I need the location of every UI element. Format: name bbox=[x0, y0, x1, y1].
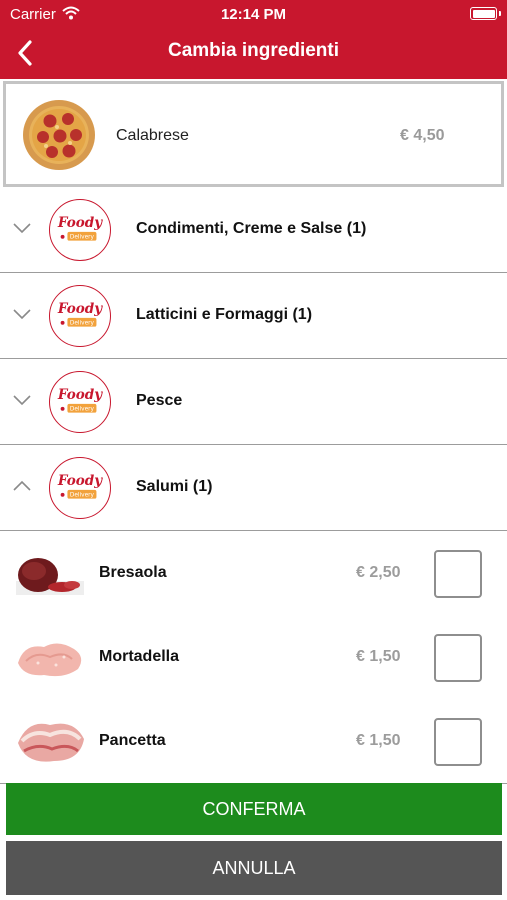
ingredient-row-bresaola: Bresaola € 2,50 bbox=[0, 531, 507, 616]
cancel-button[interactable]: ANNULLA bbox=[6, 841, 502, 895]
ingredient-price: € 2,50 bbox=[356, 564, 401, 581]
ingredient-row-mortadella: Mortadella € 1,50 bbox=[0, 615, 507, 700]
ingredient-name: Bresaola bbox=[99, 564, 167, 581]
ingredient-name: Pancetta bbox=[99, 732, 166, 749]
mortadella-image bbox=[18, 643, 82, 677]
category-row-salumi[interactable]: Foody Delivery Salumi (1) bbox=[0, 445, 507, 531]
logo-text-foody: Foody bbox=[57, 301, 103, 317]
ingredient-checkbox[interactable] bbox=[434, 634, 482, 682]
category-label: Pesce bbox=[136, 392, 183, 409]
chevron-up-icon bbox=[13, 480, 31, 491]
logo-text-delivery: Delivery bbox=[70, 493, 95, 499]
ingredient-row-pancetta: Pancetta € 1,50 bbox=[0, 699, 507, 784]
product-price: € 4,50 bbox=[400, 127, 445, 144]
category-row-pesce[interactable]: Foody Delivery Pesce bbox=[0, 359, 507, 445]
product-name: Calabrese bbox=[116, 127, 189, 144]
logo-text-delivery: Delivery bbox=[70, 321, 95, 327]
foody-logo-icon: Foody Delivery bbox=[49, 371, 111, 433]
category-row-latticini[interactable]: Foody Delivery Latticini e Formaggi (1) bbox=[0, 273, 507, 359]
battery-cap bbox=[499, 11, 501, 16]
category-label: Condimenti, Creme e Salse (1) bbox=[136, 220, 367, 237]
product-card: Calabrese € 4,50 bbox=[3, 81, 504, 187]
ingredient-price: € 1,50 bbox=[356, 648, 401, 665]
bresaola-image bbox=[16, 558, 84, 595]
chevron-down-icon bbox=[13, 309, 31, 320]
page-title: Cambia ingredienti bbox=[167, 40, 340, 61]
status-time: 12:14 PM bbox=[220, 6, 287, 23]
logo-text-delivery: Delivery bbox=[70, 235, 95, 241]
logo-text-foody: Foody bbox=[57, 387, 103, 403]
logo-text-foody: Foody bbox=[57, 215, 103, 231]
ingredient-checkbox[interactable] bbox=[434, 550, 482, 598]
foody-logo-icon: Foody Delivery bbox=[49, 457, 111, 519]
ingredient-name: Mortadella bbox=[99, 648, 180, 665]
foody-logo-icon: Foody Delivery bbox=[49, 199, 111, 261]
logo-text-foody: Foody bbox=[57, 473, 103, 489]
ingredient-checkbox[interactable] bbox=[434, 718, 482, 766]
chevron-down-icon bbox=[13, 395, 31, 406]
confirm-button[interactable]: CONFERMA bbox=[6, 783, 502, 835]
pizza-image bbox=[23, 100, 95, 170]
pancetta-image bbox=[18, 723, 84, 762]
battery-icon bbox=[470, 7, 497, 20]
category-row-condimenti[interactable]: Foody Delivery Condimenti, Creme e Salse… bbox=[0, 187, 507, 273]
foody-logo-icon: Foody Delivery bbox=[49, 285, 111, 347]
logo-text-delivery: Delivery bbox=[70, 407, 95, 413]
category-label: Latticini e Formaggi (1) bbox=[136, 306, 313, 323]
app-header: Carrier 12:14 PM Cambia ingredienti bbox=[0, 0, 507, 79]
chevron-down-icon bbox=[13, 223, 31, 234]
ingredient-price: € 1,50 bbox=[356, 732, 401, 749]
status-bar: Carrier 12:14 PM bbox=[0, 0, 507, 28]
category-label: Salumi (1) bbox=[136, 478, 213, 495]
